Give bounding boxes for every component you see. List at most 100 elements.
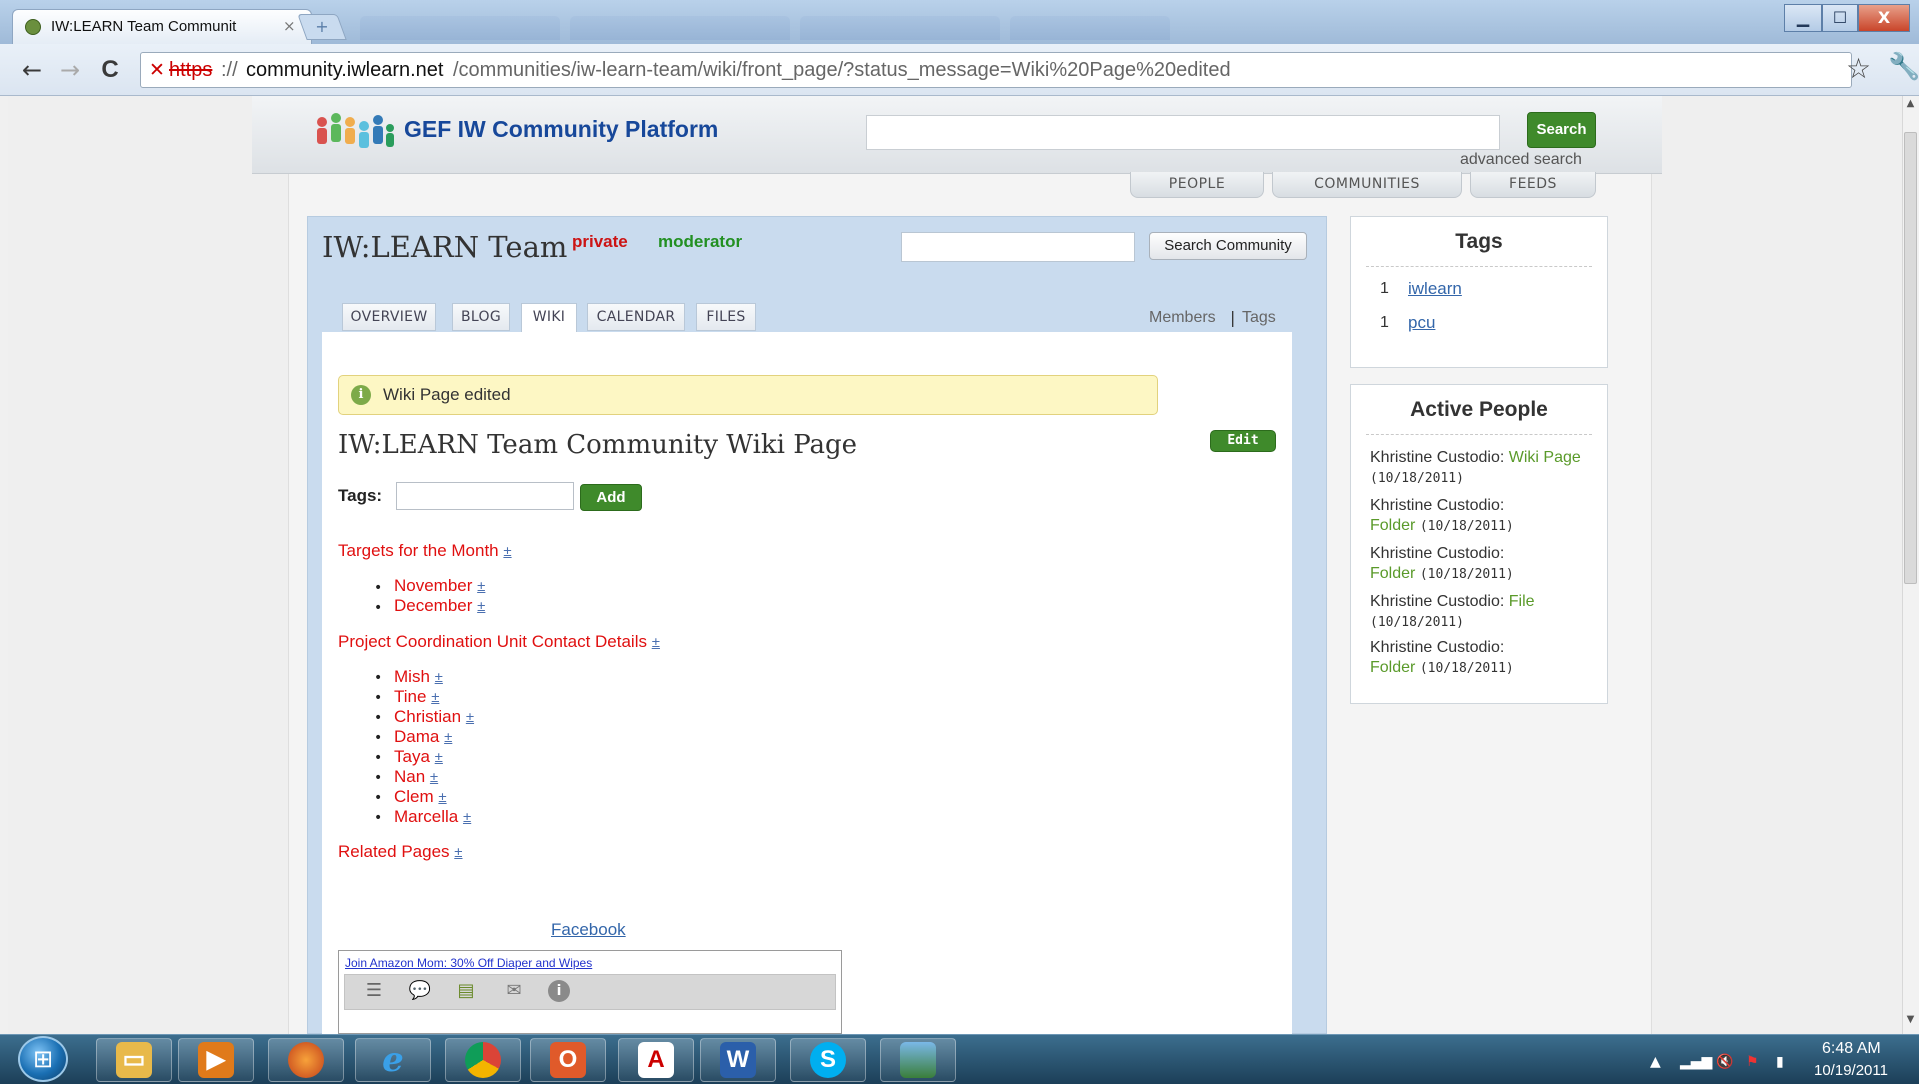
tag-link-iwlearn[interactable]: iwlearn [1408, 279, 1462, 299]
wiki-list-item[interactable]: December ± [394, 596, 485, 616]
volume-muted-icon[interactable]: 🔇 [1716, 1054, 1733, 1070]
expand-plus-icon[interactable]: ± [466, 709, 474, 726]
tab-files[interactable]: FILES [696, 303, 756, 331]
wiki-list-item[interactable]: Christian ± [394, 707, 474, 727]
wiki-list-item[interactable]: Nan ± [394, 767, 438, 787]
wiki-list-item[interactable]: Dama ± [394, 727, 452, 747]
advanced-search-link[interactable]: advanced search [1460, 151, 1582, 169]
expand-plus-icon[interactable]: ± [454, 844, 462, 861]
expand-plus-icon[interactable]: ± [463, 809, 471, 826]
forward-arrow-icon[interactable]: → [54, 54, 86, 86]
browser-tab-background[interactable] [360, 16, 560, 40]
nav-tab-feeds[interactable]: FEEDS [1470, 172, 1596, 198]
new-tab-button[interactable]: + [297, 14, 347, 40]
activity-link[interactable]: File [1509, 593, 1535, 610]
scroll-up-arrow-icon[interactable]: ▲ [1903, 98, 1918, 116]
scroll-down-arrow-icon[interactable]: ▼ [1903, 1014, 1918, 1032]
tab-close-icon[interactable]: × [283, 17, 296, 35]
global-search-button[interactable]: Search [1527, 112, 1596, 148]
community-people-logo-icon[interactable] [312, 108, 400, 158]
activity-link[interactable]: Wiki Page [1509, 449, 1581, 466]
tag-link-pcu[interactable]: pcu [1408, 313, 1435, 333]
expand-plus-icon[interactable]: ± [438, 789, 446, 806]
expand-plus-icon[interactable]: ± [435, 749, 443, 766]
clock-time[interactable]: 6:48 AM [1822, 1040, 1881, 1058]
taskbar-windows-explorer[interactable]: ▭ [96, 1038, 172, 1082]
nav-tab-communities[interactable]: COMMUNITIES [1272, 172, 1462, 198]
wiki-list-item[interactable]: Mish ± [394, 667, 443, 687]
wiki-heading[interactable]: Related Pages ± [338, 842, 463, 862]
start-button[interactable]: ⊞ [18, 1036, 68, 1082]
address-bar[interactable]: ✕ https :// community.iwlearn.net /commu… [140, 52, 1852, 88]
activity-link[interactable]: Folder [1370, 659, 1415, 676]
tab-overview[interactable]: OVERVIEW [342, 303, 436, 331]
taskbar-outlook[interactable]: O [530, 1038, 606, 1082]
wiki-heading[interactable]: Project Coordination Unit Contact Detail… [338, 632, 660, 652]
tab-blog[interactable]: BLOG [452, 303, 510, 331]
wiki-list-item[interactable]: Marcella ± [394, 807, 471, 827]
maximize-button[interactable]: ☐ [1822, 4, 1858, 32]
taskbar-word[interactable]: W [700, 1038, 776, 1082]
network-icon[interactable]: ▂▄▆ [1680, 1054, 1712, 1070]
clock-date[interactable]: 10/19/2011 [1814, 1062, 1888, 1079]
action-center-flag-icon[interactable]: ⚑ [1746, 1054, 1759, 1070]
taskbar-acrobat-reader[interactable]: A [618, 1038, 694, 1082]
ad-link[interactable]: Join Amazon Mom: 30% Off Diaper and Wipe… [345, 956, 592, 970]
expand-plus-icon[interactable]: ± [444, 729, 452, 746]
power-icon[interactable]: ▮ [1776, 1054, 1784, 1070]
reload-icon[interactable]: C [94, 54, 126, 86]
info-icon[interactable]: i [548, 980, 570, 1002]
expand-plus-icon[interactable]: ± [431, 689, 439, 706]
wrench-menu-icon[interactable]: 🔧 [1888, 52, 1919, 82]
wiki-list-item[interactable]: Tine ± [394, 687, 439, 707]
browser-tab-background[interactable] [800, 16, 1000, 40]
taskbar-chrome[interactable] [445, 1038, 521, 1082]
expand-plus-icon[interactable]: ± [430, 769, 438, 786]
wiki-list-item[interactable]: Clem ± [394, 787, 447, 807]
expand-plus-icon[interactable]: ± [503, 543, 511, 560]
taskbar-firefox[interactable] [268, 1038, 344, 1082]
taskbar-media-player[interactable]: ▶ [178, 1038, 254, 1082]
activity-link[interactable]: Folder [1370, 517, 1415, 534]
expand-plus-icon[interactable]: ± [435, 669, 443, 686]
browser-tab-background[interactable] [1010, 16, 1170, 40]
show-hidden-icons-icon[interactable]: ▲ [1650, 1054, 1661, 1070]
back-arrow-icon[interactable]: ← [16, 54, 48, 86]
browser-tab-active[interactable]: IW:LEARN Team Communit × [12, 9, 312, 45]
members-link[interactable]: Members [1149, 309, 1216, 327]
edit-button[interactable]: Edit [1210, 430, 1276, 452]
activity-item: Khristine Custodio: Folder (10/18/2011) [1370, 544, 1600, 585]
activity-person: Khristine Custodio: [1370, 449, 1505, 466]
list-icon[interactable]: ☰ [362, 980, 386, 1002]
activity-link[interactable]: Folder [1370, 565, 1415, 582]
community-tags-link[interactable]: Tags [1242, 309, 1276, 327]
presentation-icon[interactable]: ▤ [454, 980, 478, 1002]
minimize-button[interactable]: ▁ [1784, 4, 1822, 32]
expand-plus-icon[interactable]: ± [477, 598, 485, 615]
browser-tab-background[interactable] [570, 16, 790, 40]
tab-wiki[interactable]: WIKI [521, 303, 577, 333]
expand-plus-icon[interactable]: ± [477, 578, 485, 595]
search-community-button[interactable]: Search Community [1149, 232, 1307, 260]
expand-plus-icon[interactable]: ± [652, 634, 660, 651]
taskbar-picture-viewer[interactable] [880, 1038, 956, 1082]
community-search-input[interactable] [901, 232, 1135, 262]
wiki-heading[interactable]: Targets for the Month ± [338, 541, 512, 561]
add-tag-button[interactable]: Add [580, 484, 642, 511]
bullet-icon: • [374, 710, 383, 726]
taskbar-internet-explorer[interactable]: e [355, 1038, 431, 1082]
tab-calendar[interactable]: CALENDAR [587, 303, 685, 331]
wiki-list-item[interactable]: November ± [394, 576, 485, 596]
site-title[interactable]: GEF IW Community Platform [404, 116, 718, 143]
nav-tab-people[interactable]: PEOPLE [1130, 172, 1264, 198]
mail-icon[interactable]: ✉ [502, 980, 526, 1002]
bookmark-star-icon[interactable]: ☆ [1846, 52, 1871, 85]
close-window-button[interactable]: X [1858, 4, 1910, 32]
global-search-input[interactable] [866, 115, 1500, 150]
taskbar-skype[interactable]: S [790, 1038, 866, 1082]
scrollbar-thumb[interactable] [1904, 132, 1917, 584]
tag-input[interactable] [396, 482, 574, 510]
wiki-list-item[interactable]: Taya ± [394, 747, 443, 767]
comment-icon[interactable]: 💬 [408, 980, 432, 1002]
facebook-link[interactable]: Facebook [551, 920, 626, 940]
